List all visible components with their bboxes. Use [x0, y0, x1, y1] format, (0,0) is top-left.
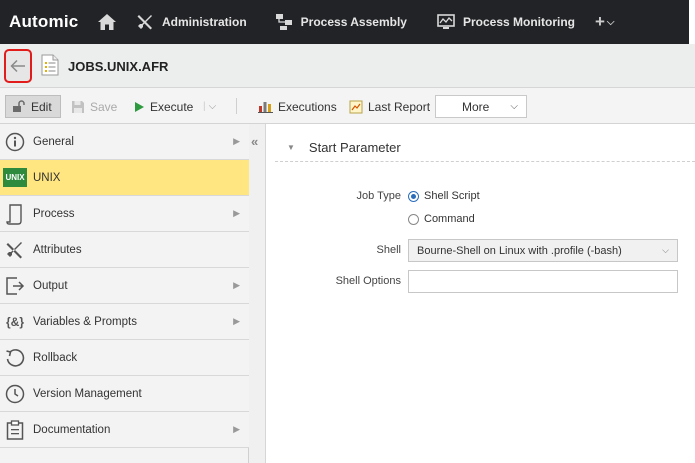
nav-process-assembly[interactable]: Process Assembly [257, 0, 417, 44]
sidebar-item-process[interactable]: Process ▶ [0, 196, 249, 232]
sidebar-item-label: General [33, 135, 74, 148]
save-icon [72, 100, 84, 113]
executions-label: Executions [278, 99, 337, 114]
sidebar-collapse-bar[interactable]: « [249, 124, 266, 463]
execute-divider: | [203, 101, 206, 112]
brand-logo[interactable]: Automic [0, 12, 88, 32]
executions-button[interactable]: Executions [258, 95, 337, 118]
radio-label: Shell Script [424, 190, 480, 202]
report-icon [349, 100, 363, 113]
radio-shell-script[interactable]: Shell Script [408, 190, 480, 202]
clock-icon [0, 376, 30, 412]
sidebar-item-unix[interactable]: UNIX UNIX [0, 160, 249, 196]
execute-options-button[interactable]: | ⌵ [203, 95, 216, 118]
nav-process-monitoring-label: Process Monitoring [462, 15, 575, 29]
chevron-down-icon: ⌵ [662, 245, 669, 255]
chevron-down-icon: ⌵ [510, 101, 518, 112]
sidebar-item-output[interactable]: Output ▶ [0, 268, 249, 304]
sidebar-item-label: UNIX [33, 171, 61, 184]
object-title: JOBS.UNIX.AFR [68, 59, 169, 74]
chevron-right-icon: ▶ [233, 280, 240, 290]
radio-label: Command [424, 213, 475, 225]
shell-select[interactable]: Bourne-Shell on Linux with .profile (-ba… [408, 239, 678, 262]
plus-icon: + [594, 12, 605, 31]
rollback-icon [0, 340, 30, 376]
edit-button[interactable]: Edit [5, 95, 61, 118]
sidebar-item-label: Output [33, 279, 68, 292]
home-button[interactable] [88, 0, 126, 44]
main-panel: ▼ Start Parameter Job Type Shell Script … [267, 124, 695, 463]
shell-select-value: Bourne-Shell on Linux with .profile (-ba… [417, 244, 622, 257]
nav-process-monitoring[interactable]: Process Monitoring [417, 0, 585, 44]
shell-label: Shell [376, 244, 401, 256]
object-sidebar: General ▶ UNIX UNIX Process ▶ Attributes… [0, 124, 249, 463]
unix-icon-wrap: UNIX [0, 160, 30, 196]
tools-icon [137, 15, 152, 30]
object-toolbar: Edit Save Execute | ⌵ Executions Last Re… [0, 88, 695, 124]
bar-chart-icon [258, 102, 273, 113]
sidebar-item-label: Version Management [33, 387, 142, 400]
process-assembly-icon [275, 14, 292, 30]
double-chevron-left-icon: « [251, 134, 259, 149]
chevron-down-icon: ⌵ [208, 101, 217, 112]
sidebar-item-rollback[interactable]: Rollback [0, 340, 249, 376]
job-document-icon [41, 54, 59, 76]
shell-options-label: Shell Options [335, 275, 401, 287]
chevron-right-icon: ▶ [233, 208, 240, 218]
sidebar-item-variables-prompts[interactable]: {&} Variables & Prompts ▶ [0, 304, 249, 340]
nav-process-assembly-label: Process Assembly [300, 15, 407, 29]
top-navigation: Automic Administration Process Assembly … [0, 0, 695, 44]
variables-icon-glyph: {&} [5, 314, 24, 329]
variables-icon: {&} [0, 304, 30, 340]
unlock-icon [13, 100, 25, 112]
execute-label: Execute [150, 99, 194, 114]
nav-add-menu[interactable]: + ⌵ [585, 12, 615, 32]
window-edge [689, 0, 695, 44]
sidebar-item-documentation[interactable]: Documentation ▶ [0, 412, 249, 448]
chevron-right-icon: ▶ [233, 316, 240, 326]
sidebar-item-label: Variables & Prompts [33, 315, 137, 328]
sidebar-item-label: Attributes [33, 243, 82, 256]
monitor-icon [437, 14, 455, 29]
output-icon [0, 268, 30, 304]
collapse-triangle-icon: ▼ [287, 143, 295, 152]
edit-label: Edit [31, 99, 52, 114]
last-report-button[interactable]: Last Report [349, 95, 430, 118]
nav-administration[interactable]: Administration [126, 0, 257, 44]
radio-command[interactable]: Command [408, 213, 475, 225]
object-title-bar: JOBS.UNIX.AFR [0, 44, 695, 88]
radio-button-unchecked[interactable] [408, 213, 419, 225]
sidebar-item-general[interactable]: General ▶ [0, 124, 249, 160]
more-label: More [462, 99, 490, 114]
toolbar-divider [236, 98, 237, 114]
last-report-label: Last Report [368, 99, 431, 114]
execute-button[interactable]: Execute [133, 95, 193, 118]
home-icon [98, 14, 116, 30]
chevron-right-icon: ▶ [233, 424, 240, 434]
save-button[interactable]: Save [71, 95, 117, 118]
clipboard-icon [0, 412, 30, 448]
nav-administration-label: Administration [162, 15, 247, 29]
chevron-down-icon: ⌵ [606, 16, 615, 28]
job-type-label: Job Type [356, 190, 401, 202]
more-dropdown[interactable]: More ⌵ [435, 95, 527, 118]
wrench-icon [0, 232, 30, 268]
save-label: Save [90, 99, 118, 114]
back-button[interactable] [4, 49, 32, 83]
section-title: Start Parameter [308, 140, 401, 155]
arrow-left-icon [10, 59, 25, 73]
sidebar-item-label: Documentation [33, 423, 111, 436]
sidebar-item-label: Rollback [33, 351, 78, 364]
sidebar-item-label: Process [33, 207, 75, 220]
unix-icon: UNIX [3, 168, 27, 187]
play-icon [135, 101, 144, 112]
sidebar-item-version-management[interactable]: Version Management [0, 376, 249, 412]
info-icon [0, 124, 30, 160]
section-header-start-parameter[interactable]: ▼ Start Parameter [275, 134, 695, 162]
sidebar-item-attributes[interactable]: Attributes [0, 232, 249, 268]
chevron-right-icon: ▶ [233, 136, 240, 146]
script-icon [0, 196, 30, 232]
shell-options-input[interactable] [408, 270, 678, 293]
radio-button-checked[interactable] [408, 190, 419, 202]
